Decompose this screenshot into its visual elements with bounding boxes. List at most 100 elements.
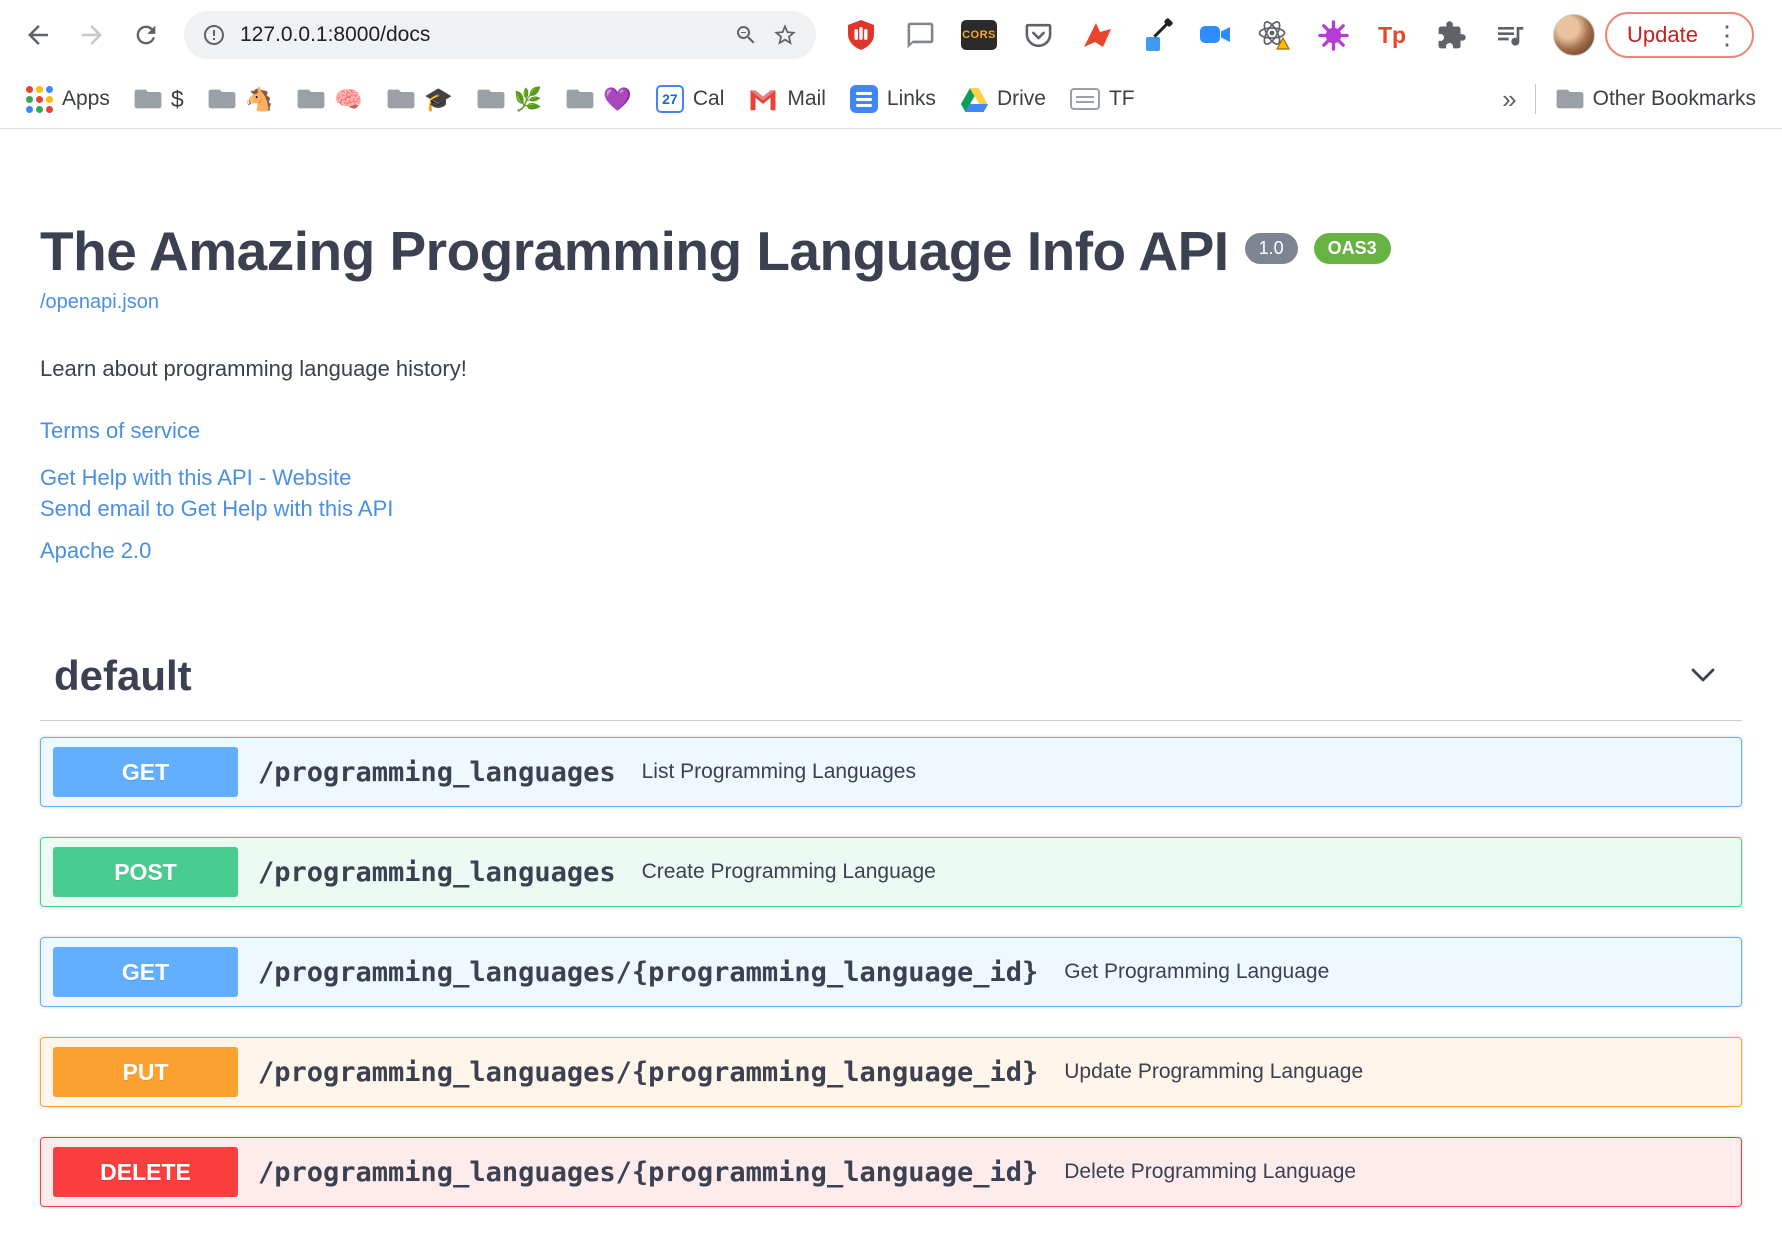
collapse-section-button[interactable] — [1674, 660, 1732, 693]
bookmark-folder-brain[interactable]: 🧠 — [285, 86, 375, 113]
endpoint-delete[interactable]: DELETE /programming_languages/{programmi… — [40, 1137, 1742, 1208]
bookmark-calendar[interactable]: 27 Cal — [644, 85, 737, 113]
bookmark-folder-herb[interactable]: 🌿 — [465, 86, 555, 113]
site-info-icon[interactable] — [202, 23, 226, 47]
links-icon — [849, 85, 878, 113]
puzzle-extension-icon[interactable] — [1428, 12, 1474, 58]
page-title: The Amazing Programming Language Info AP… — [40, 220, 1229, 282]
hand-blocker-extension-icon[interactable] — [838, 12, 884, 58]
method-badge: POST — [53, 847, 238, 898]
bookmarks-overflow-chevron[interactable]: » — [1492, 84, 1526, 115]
calendar-label: Cal — [692, 87, 725, 110]
drive-label: Drive — [996, 87, 1046, 110]
tp-label: Tp — [1377, 21, 1407, 48]
section-default-header[interactable]: default — [40, 652, 1742, 722]
endpoint-summary: List Programming Languages — [641, 760, 916, 784]
bookmark-tf[interactable]: TF — [1058, 87, 1147, 111]
contact-links: Get Help with this API - Website Send em… — [40, 462, 1742, 524]
website-help-link[interactable]: Get Help with this API - Website — [40, 462, 1742, 493]
tf-label: TF — [1108, 87, 1135, 110]
zoom-icon[interactable] — [734, 23, 758, 47]
atom-warning-extension-icon[interactable] — [1251, 12, 1297, 58]
menu-kebab-icon[interactable]: ⋮ — [1714, 22, 1740, 48]
bookmark-links[interactable]: Links — [838, 85, 948, 113]
endpoint-get-one[interactable]: GET /programming_languages/{programming_… — [40, 937, 1742, 1008]
chat-bubble-extension-icon[interactable] — [897, 12, 943, 58]
api-title-row: The Amazing Programming Language Info AP… — [40, 219, 1742, 283]
back-arrow-icon — [28, 25, 48, 45]
endpoint-path: /programming_languages/{programming_lang… — [258, 1156, 1039, 1188]
endpoint-summary: Delete Programming Language — [1064, 1160, 1357, 1184]
bookmark-folder-dollar[interactable]: $ — [122, 86, 196, 113]
url-text[interactable]: 127.0.0.1:8000/docs — [240, 23, 720, 47]
purple-flower-extension-icon[interactable] — [1310, 12, 1356, 58]
bookmarks-bar: Apps $ 🐴 🧠 🎓 🌿 💜 27 Cal Mail Links Drive… — [0, 70, 1782, 129]
openapi-json-link[interactable]: /openapi.json — [40, 291, 159, 314]
forward-arrow-icon — [82, 25, 102, 45]
apps-shortcut[interactable]: Apps — [14, 85, 122, 113]
bookmark-folder-horse[interactable]: 🐴 — [196, 86, 286, 113]
method-badge: GET — [53, 947, 238, 998]
tf-icon — [1069, 88, 1100, 110]
bookmarks-divider — [1534, 84, 1536, 114]
apps-grid-icon — [26, 85, 53, 113]
bookmark-drive[interactable]: Drive — [948, 87, 1058, 112]
endpoint-path: /programming_languages — [258, 856, 616, 888]
red-arrow-extension-icon[interactable] — [1074, 12, 1120, 58]
address-bar[interactable]: 127.0.0.1:8000/docs — [184, 11, 816, 59]
bookmark-mail[interactable]: Mail — [736, 87, 838, 111]
mail-label: Mail — [787, 87, 826, 110]
drive-icon — [960, 87, 988, 112]
profile-avatar[interactable] — [1553, 14, 1595, 56]
apps-label: Apps — [62, 87, 110, 110]
update-button[interactable]: Update ⋮ — [1605, 12, 1754, 58]
forward-button[interactable] — [66, 9, 118, 61]
swagger-ui: The Amazing Programming Language Info AP… — [0, 129, 1782, 1208]
oas3-badge: OAS3 — [1313, 233, 1391, 264]
bookmark-star-icon[interactable] — [772, 22, 798, 48]
folder-icon — [566, 89, 594, 109]
folder-label: 🎓 — [423, 85, 453, 112]
eyedropper-extension-icon[interactable] — [1133, 12, 1179, 58]
terms-of-service-link[interactable]: Terms of service — [40, 418, 200, 443]
method-badge: GET — [53, 747, 238, 798]
media-list-extension-icon[interactable] — [1487, 12, 1533, 58]
calendar-icon: 27 — [655, 85, 684, 113]
bookmark-folder-graduation[interactable]: 🎓 — [375, 86, 465, 113]
folder-icon — [297, 89, 325, 109]
endpoint-post-create[interactable]: POST /programming_languages Create Progr… — [40, 837, 1742, 908]
extensions-row: CORS Tp — [838, 12, 1533, 58]
license-link[interactable]: Apache 2.0 — [40, 538, 151, 563]
update-label: Update — [1627, 22, 1698, 47]
video-camera-extension-icon[interactable] — [1192, 12, 1238, 58]
other-bookmarks[interactable]: Other Bookmarks — [1544, 87, 1768, 111]
endpoint-get-list[interactable]: GET /programming_languages List Programm… — [40, 737, 1742, 808]
chevron-down-icon — [1691, 668, 1715, 682]
pocket-extension-icon[interactable] — [1015, 12, 1061, 58]
folder-label: 🧠 — [334, 85, 363, 112]
folder-icon — [387, 89, 415, 109]
folder-label: 🐴 — [244, 85, 274, 112]
folder-label: $ — [170, 85, 184, 112]
api-info-section: The Amazing Programming Language Info AP… — [40, 129, 1742, 564]
endpoint-path: /programming_languages/{programming_lang… — [258, 956, 1039, 988]
endpoint-summary: Get Programming Language — [1064, 960, 1330, 984]
tp-extension-icon[interactable]: Tp — [1369, 12, 1415, 58]
back-button[interactable] — [12, 9, 64, 61]
cors-extension-icon[interactable]: CORS — [956, 12, 1002, 58]
browser-window: 127.0.0.1:8000/docs CORS Tp Update ⋮ App… — [0, 0, 1782, 1208]
folder-label: 💜 — [603, 85, 632, 112]
email-help-link[interactable]: Send email to Get Help with this API — [40, 493, 1742, 524]
bookmark-folder-heart[interactable]: 💜 — [554, 86, 644, 113]
folder-icon — [208, 89, 236, 109]
reload-icon — [136, 25, 156, 45]
folder-label: 🌿 — [513, 85, 543, 112]
endpoint-put-update[interactable]: PUT /programming_languages/{programming_… — [40, 1037, 1742, 1108]
reload-button[interactable] — [120, 9, 172, 61]
endpoint-summary: Update Programming Language — [1064, 1060, 1364, 1084]
folder-icon — [1556, 89, 1584, 109]
folder-icon — [134, 89, 162, 109]
section-title: default — [54, 652, 192, 700]
endpoint-path: /programming_languages — [258, 756, 616, 788]
bookmarks-right-group: » Other Bookmarks — [1492, 84, 1768, 115]
